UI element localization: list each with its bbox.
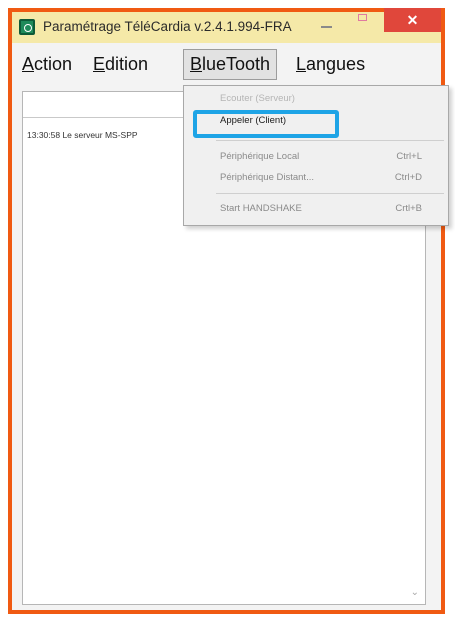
menu-item-label: Périphérique Distant... bbox=[220, 172, 314, 183]
menu-langues[interactable]: Langues bbox=[296, 54, 365, 75]
menu-item-label: Start HANDSHAKE bbox=[220, 203, 302, 214]
scroll-down-icon[interactable]: ⌄ bbox=[411, 587, 419, 598]
minimize-button[interactable] bbox=[321, 26, 332, 28]
app-window: Paramétrage TéléCardia v.2.4.1.994-FRA ✕… bbox=[8, 8, 449, 614]
bluetooth-dropdown-menu: Ecouter (Serveur) Appeler (Client) Périp… bbox=[183, 85, 449, 226]
menu-item-peripherique-local[interactable]: Périphérique Local Ctrl+L bbox=[184, 147, 448, 167]
menu-item-label: Périphérique Local bbox=[220, 151, 300, 162]
app-icon bbox=[19, 19, 35, 35]
menu-action[interactable]: Action bbox=[22, 54, 72, 75]
window-title: Paramétrage TéléCardia v.2.4.1.994-FRA bbox=[43, 19, 292, 34]
highlight-annotation bbox=[193, 110, 339, 138]
menu-bar: Action Edition BlueTooth Langues bbox=[12, 43, 441, 80]
menu-bluetooth[interactable]: BlueTooth bbox=[183, 49, 278, 80]
log-line: 13:30:58 Le serveur MS-SPP bbox=[27, 130, 138, 140]
menu-separator bbox=[216, 193, 444, 194]
title-bar[interactable]: Paramétrage TéléCardia v.2.4.1.994-FRA ✕ bbox=[12, 8, 441, 43]
menu-separator bbox=[216, 140, 444, 141]
menu-edition[interactable]: Edition bbox=[93, 54, 148, 75]
maximize-button[interactable] bbox=[358, 14, 367, 21]
menu-item-peripherique-distant[interactable]: Périphérique Distant... Ctrl+D bbox=[184, 168, 448, 188]
menu-item-shortcut: Crtl+B bbox=[395, 203, 422, 214]
menu-item-start-handshake[interactable]: Start HANDSHAKE Crtl+B bbox=[184, 199, 448, 219]
menu-item-shortcut: Ctrl+D bbox=[394, 172, 422, 183]
menu-item-label: Ecouter (Serveur) bbox=[220, 93, 295, 104]
close-button[interactable]: ✕ bbox=[384, 8, 441, 32]
menu-item-shortcut: Ctrl+L bbox=[396, 151, 422, 162]
menu-item-ecouter-serveur[interactable]: Ecouter (Serveur) bbox=[184, 89, 448, 109]
